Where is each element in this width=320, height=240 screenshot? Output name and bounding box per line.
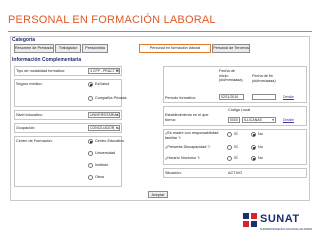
slide-title: PERSONAL EN FORMACIÓN LABORAL (8, 14, 216, 26)
disability-no-label: No (258, 145, 263, 149)
medical-essalud-radio[interactable] (88, 82, 93, 87)
night-shift-question-label: ¿Horario Nocturno ?: (165, 156, 201, 160)
modality-select[interactable]: 3 CFP - PRACT PRE PROF (88, 68, 120, 74)
local-code-label: Código Local (228, 108, 251, 112)
night-shift-yes-radio[interactable] (227, 156, 232, 161)
tab-personal-terceros[interactable]: Personal de Terceros (212, 44, 250, 53)
family-no-label: No (258, 132, 263, 136)
sunat-logo-icon (243, 213, 257, 227)
night-shift-yes-label: SÍ (234, 156, 238, 160)
accept-button[interactable]: Aceptar (148, 191, 168, 198)
family-no-radio[interactable] (251, 132, 256, 137)
medical-label: Seguro médico: (16, 82, 43, 86)
end-date-input[interactable] (252, 94, 276, 100)
medical-private-radio[interactable] (88, 96, 93, 101)
family-yes-label: SÍ (234, 132, 238, 136)
instituto-radio[interactable] (88, 163, 93, 168)
local-name-select[interactable]: ILLICANAS (242, 117, 276, 123)
universidad-label: Universidad (95, 151, 116, 155)
end-date-label: Fecha de fin (dd/mm/aaaa) (252, 74, 276, 83)
modality-label: Tipo de modalidad formativa: (16, 69, 65, 73)
title-divider (8, 31, 312, 32)
period-label: Período formativo: (165, 96, 197, 100)
complementary-heading: Información Complementaria (12, 57, 82, 63)
logo-tagline: SUPERINTENDENCIA NACIONAL DE ADMINISTRAC… (260, 228, 312, 231)
occupation-select[interactable]: CONCILIADOR, LABORAL (88, 125, 120, 131)
tab-pensionista[interactable]: Pensionista (82, 44, 108, 53)
disability-no-radio[interactable] (251, 145, 256, 150)
disability-question-label: ¿Presenta Discapacidad ?: (165, 145, 211, 149)
training-center-panel (14, 136, 122, 187)
establishment-label: Establecimiento en el que forma: (165, 113, 209, 122)
education-label: Nivel educativo: (16, 113, 43, 117)
tab-resumen-prestadores[interactable]: Resumen de Prestadores (14, 44, 54, 53)
education-select[interactable]: UNIVERSITARIA COMPLETA (88, 112, 120, 118)
universidad-radio[interactable] (88, 151, 93, 156)
disability-yes-radio[interactable] (227, 145, 232, 150)
establishment-detail-link[interactable]: Detalle (283, 118, 294, 122)
medical-private-label: Compañía Privada (95, 96, 127, 100)
night-shift-no-radio[interactable] (251, 156, 256, 161)
otros-radio[interactable] (88, 175, 93, 180)
instituto-label: Instituto (95, 163, 109, 167)
start-date-label: Fecha de inicio: (dd/mm/aaaa) (219, 69, 243, 82)
situation-label: Situación: (165, 171, 182, 175)
disability-yes-label: SÍ (234, 145, 238, 149)
period-detail-link[interactable]: Detalle (283, 95, 294, 99)
family-yes-radio[interactable] (227, 132, 232, 137)
training-center-label: Centro de Formación: (16, 139, 53, 143)
family-question-label: ¿Es madre con responsabilidad familiar ?… (165, 131, 219, 140)
start-date-input[interactable]: 02/11/2010 (219, 94, 244, 100)
tab-personal-formacion-laboral[interactable]: Personal en formación laboral (139, 44, 211, 53)
occupation-label: Ocupación: (16, 126, 36, 130)
center-educativo-radio[interactable] (88, 139, 93, 144)
situation-value: ACTIVO (228, 171, 243, 175)
medical-essalud-label: EsSalud (95, 82, 110, 86)
otros-label: Otros (95, 175, 105, 179)
tab-trabajador[interactable]: Trabajador (55, 44, 81, 53)
local-code-input[interactable]: 0000 (228, 117, 240, 123)
night-shift-no-label: No (258, 156, 263, 160)
center-educativo-label: Centro Educativo (95, 139, 125, 143)
category-heading: Categoría (12, 37, 36, 43)
logo-wordmark: SUNAT (260, 213, 300, 225)
